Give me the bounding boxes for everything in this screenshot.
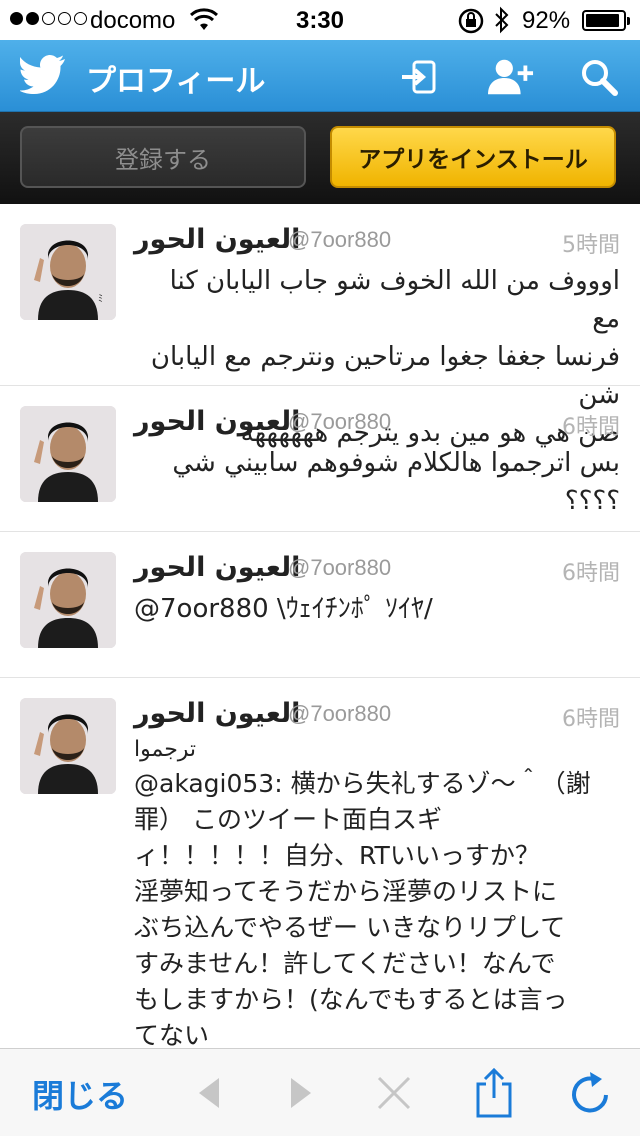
tweet-item[interactable]: العيون الحور @7oor880 6時間 ترجموا @akagi0… [0,678,640,1048]
display-name[interactable]: العيون الحور [134,406,300,437]
tweet-text-line: 罪） このツイート面白スギ [134,805,442,834]
display-name[interactable]: العيون الحور [134,698,300,729]
navigation-bar: プロフィール [0,40,640,112]
stop-icon[interactable] [370,1069,418,1117]
tweet-text-line: 淫夢知ってそうだから淫夢のリストに [134,877,558,906]
status-bar: docomo 3:30 92% [0,0,640,40]
tweet-text-line: ترجموا [134,737,197,762]
avatar[interactable] [20,406,116,502]
reload-icon[interactable] [566,1069,614,1117]
add-user-icon[interactable] [488,54,534,100]
battery-percent: 92% [522,7,571,34]
tweet-item[interactable]: العيون الحور @7oor880 6時間 بس اترجموا هال… [0,386,640,532]
close-button[interactable]: 閉じる [32,1071,128,1117]
tweet-text: ترجموا @akagi053: 横から失礼するゾ～＾（謝 罪） このツイート… [134,734,620,1048]
tweet-text-line: もしますから！(なんでもするとは言っ [134,985,568,1014]
browser-toolbar: 閉じる [0,1048,640,1136]
tweet-text-line: ィ！！！！！自分、RTいいっすか？ [134,841,540,870]
tweet-text-line: @7oor880 \ｳｪｲﾁﾝﾎﾟ ｿｲﾔ/ [134,594,433,624]
sign-in-icon[interactable] [396,54,442,100]
tweet-text-line: てない [134,1021,210,1048]
tweet-timestamp: 5時間 [562,233,620,258]
tweet-text-line: ぶち込んでやるぜー いきなりリプして [134,913,566,942]
tweet-timestamp: 6時間 [562,561,620,586]
tweet-text-line: @akagi053: 横から失礼するゾ～＾（謝 [134,769,591,798]
bluetooth-icon [494,6,510,41]
display-name[interactable]: العيون الحور [134,552,300,583]
user-handle[interactable]: @7oor880 [288,227,391,253]
share-icon[interactable] [470,1068,518,1118]
register-button[interactable]: 登録する [20,126,306,188]
tweet-text: بس اترجموا هالكلام شوفوهم سابيني شي ؟؟؟؟ [134,444,620,520]
tweet-item[interactable]: العيون الحور @7oor880 6時間 @7oor880 \ｳｪｲﾁ… [0,532,640,678]
tweet-timeline[interactable]: ﾐ العيون الحور @7oor880 5時間 اوووف من الل… [0,204,640,1048]
svg-text:ﾐ: ﾐ [98,294,103,305]
battery-icon [582,10,630,31]
rotation-lock-icon [458,8,484,41]
page-title: プロフィール [86,64,266,99]
tweet-timestamp: 6時間 [562,707,620,732]
twitter-bird-icon[interactable] [19,54,66,98]
tweet-text-line: すみません！許してください！なんで [134,949,556,978]
user-handle[interactable]: @7oor880 [288,555,391,581]
tweet-timestamp: 6時間 [562,415,620,440]
user-handle[interactable]: @7oor880 [288,409,391,435]
user-handle[interactable]: @7oor880 [288,701,391,727]
install-app-button[interactable]: アプリをインストール [330,126,616,188]
avatar[interactable]: ﾐ [20,224,116,320]
tweet-text: @7oor880 \ｳｪｲﾁﾝﾎﾟ ｿｲﾔ/ [134,590,620,628]
forward-arrow-icon[interactable] [276,1069,324,1117]
tweet-item[interactable]: ﾐ العيون الحور @7oor880 5時間 اوووف من الل… [0,204,640,448]
avatar[interactable] [20,698,116,794]
app-promo-bar: 登録する アプリをインストール [0,112,640,204]
display-name[interactable]: العيون الحور [134,224,300,255]
avatar[interactable] [20,552,116,648]
tweet-text-line: اوووف من الله الخوف شو جاب اليابان كنا م… [169,266,620,334]
search-icon[interactable] [576,54,622,100]
back-arrow-icon[interactable] [186,1069,234,1117]
tweet-text-line: بس اترجموا هالكلام شوفوهم سابيني شي ؟؟؟؟ [172,448,620,516]
